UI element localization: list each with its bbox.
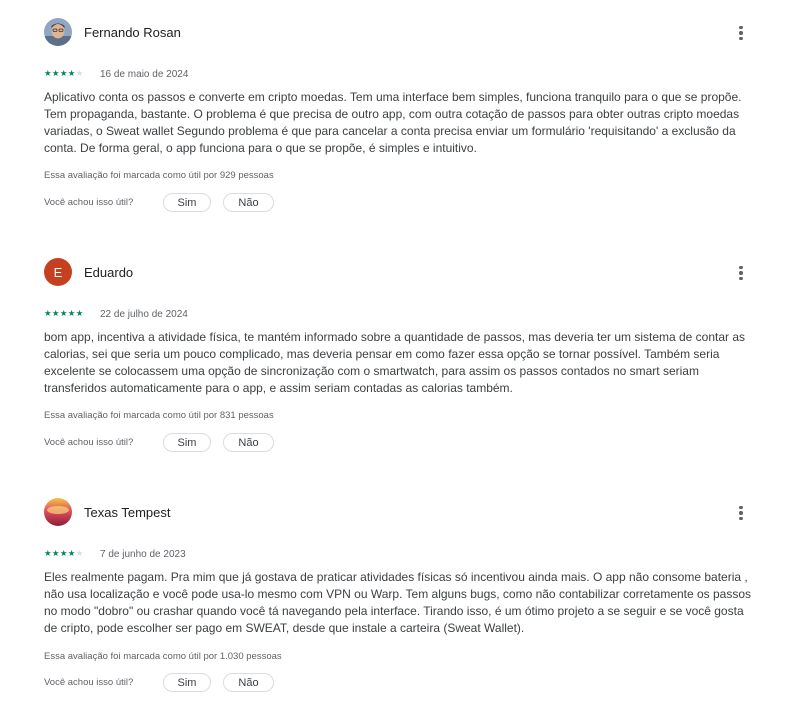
reviewer-name: Eduardo <box>84 265 134 280</box>
star-filled-icon: ★ <box>67 548 76 558</box>
avatar-initial: E <box>53 264 63 280</box>
avatar <box>44 498 72 526</box>
star-filled-icon: ★ <box>67 308 76 318</box>
star-empty-icon: ★ <box>75 548 84 558</box>
reviewer-name: Texas Tempest <box>84 505 171 520</box>
helpful-question: Você achou isso útil? <box>44 677 134 688</box>
review-date: 16 de maio de 2024 <box>100 69 189 80</box>
review-date: 7 de junho de 2023 <box>100 549 186 560</box>
more-options-icon[interactable] <box>731 23 751 43</box>
helpful-count: Essa avaliação foi marcada como útil por… <box>44 170 274 181</box>
star-rating: ★★★★★ <box>44 68 84 79</box>
helpful-count: Essa avaliação foi marcada como útil por… <box>44 410 274 421</box>
review-text: Aplicativo conta os passos e converte em… <box>44 90 742 155</box>
helpful-count: Essa avaliação foi marcada como útil por… <box>44 651 282 662</box>
star-filled-icon: ★ <box>51 548 60 558</box>
more-options-icon[interactable] <box>731 503 751 523</box>
star-filled-icon: ★ <box>75 308 84 318</box>
star-filled-icon: ★ <box>59 308 68 318</box>
no-button[interactable]: Não <box>223 193 274 212</box>
yes-button[interactable]: Sim <box>163 433 211 452</box>
avatar: E <box>44 258 72 286</box>
review-text: Eles realmente pagam. Pra mim que já gos… <box>44 570 752 635</box>
star-rating: ★★★★★ <box>44 548 84 559</box>
star-filled-icon: ★ <box>51 68 60 78</box>
star-filled-icon: ★ <box>44 308 52 318</box>
yes-button[interactable]: Sim <box>163 193 211 212</box>
star-filled-icon: ★ <box>67 68 76 78</box>
star-filled-icon: ★ <box>59 68 68 78</box>
star-filled-icon: ★ <box>44 548 52 558</box>
user-photo-icon <box>44 18 72 46</box>
avatar <box>44 18 72 46</box>
more-options-icon[interactable] <box>731 263 751 283</box>
star-filled-icon: ★ <box>44 68 52 78</box>
no-button[interactable]: Não <box>223 433 274 452</box>
review-date: 22 de julho de 2024 <box>100 309 188 320</box>
star-filled-icon: ★ <box>59 548 68 558</box>
helpful-question: Você achou isso útil? <box>44 437 134 448</box>
review-text: bom app, incentiva a atividade física, t… <box>44 330 746 395</box>
star-empty-icon: ★ <box>75 68 84 78</box>
reviewer-name: Fernando Rosan <box>84 25 181 40</box>
yes-button[interactable]: Sim <box>163 673 211 692</box>
helpful-question: Você achou isso útil? <box>44 197 134 208</box>
no-button[interactable]: Não <box>223 673 274 692</box>
star-rating: ★★★★★ <box>44 308 84 319</box>
abstract-avatar-icon <box>44 498 72 526</box>
star-filled-icon: ★ <box>51 308 60 318</box>
